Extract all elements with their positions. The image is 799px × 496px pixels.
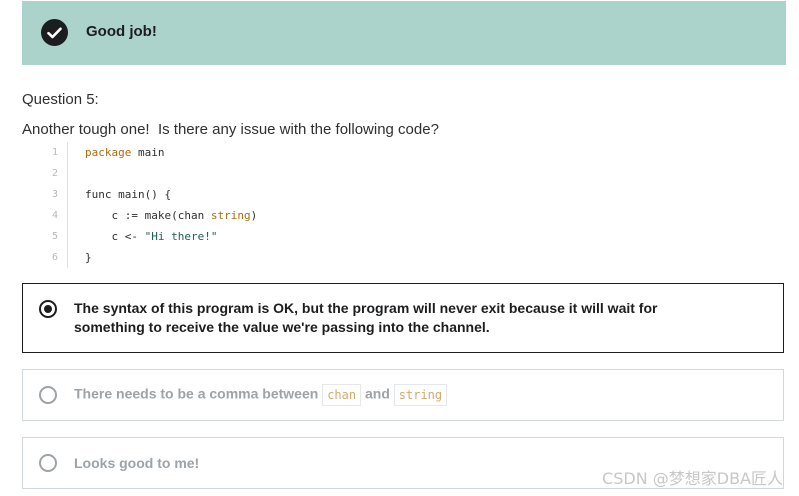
line-number: 3 <box>51 189 58 200</box>
code-line: 4 c := make(chan string) <box>40 205 440 226</box>
line-number: 1 <box>51 147 58 158</box>
code-text: package main <box>85 146 165 159</box>
code-line: 2 <box>40 163 440 184</box>
code-text: func main() { <box>85 188 172 201</box>
answer-option-text: The syntax of this program is OK, but th… <box>74 300 658 335</box>
code-line: 6 } <box>40 247 440 268</box>
line-number: 5 <box>51 231 58 242</box>
code-line: 1 package main <box>40 142 440 163</box>
radio-icon[interactable] <box>39 454 57 472</box>
answer-option-text: Looks good to me! <box>74 455 200 471</box>
line-number: 4 <box>51 210 58 221</box>
question-prompt: Another tough one! Is there any issue wi… <box>22 121 439 138</box>
code-text: } <box>85 251 92 264</box>
check-circle-icon <box>41 19 68 46</box>
code-text: c := make(chan string) <box>85 209 258 222</box>
answer-option-1[interactable]: The syntax of this program is OK, but th… <box>22 283 784 353</box>
code-block: 1 package main 2 3 func main() { 4 c := … <box>40 142 440 268</box>
inline-code: string <box>393 384 448 406</box>
line-number: 2 <box>51 168 58 179</box>
banner-message: Good job! <box>86 23 157 40</box>
watermark: CSDN @梦想家DBA匠人 <box>602 469 783 488</box>
answer-option-text: There needs to be a comma between chan a… <box>74 384 448 406</box>
code-text: c <- "Hi there!" <box>85 230 218 243</box>
answer-option-2[interactable]: There needs to be a comma between chan a… <box>22 369 784 421</box>
radio-selected-icon[interactable] <box>39 300 57 318</box>
inline-code: chan <box>322 384 362 406</box>
result-banner: Good job! <box>22 1 786 65</box>
code-line: 5 c <- "Hi there!" <box>40 226 440 247</box>
radio-icon[interactable] <box>39 386 57 404</box>
code-line: 3 func main() { <box>40 184 440 205</box>
question-label: Question 5: <box>22 91 99 108</box>
line-number: 6 <box>51 252 58 263</box>
